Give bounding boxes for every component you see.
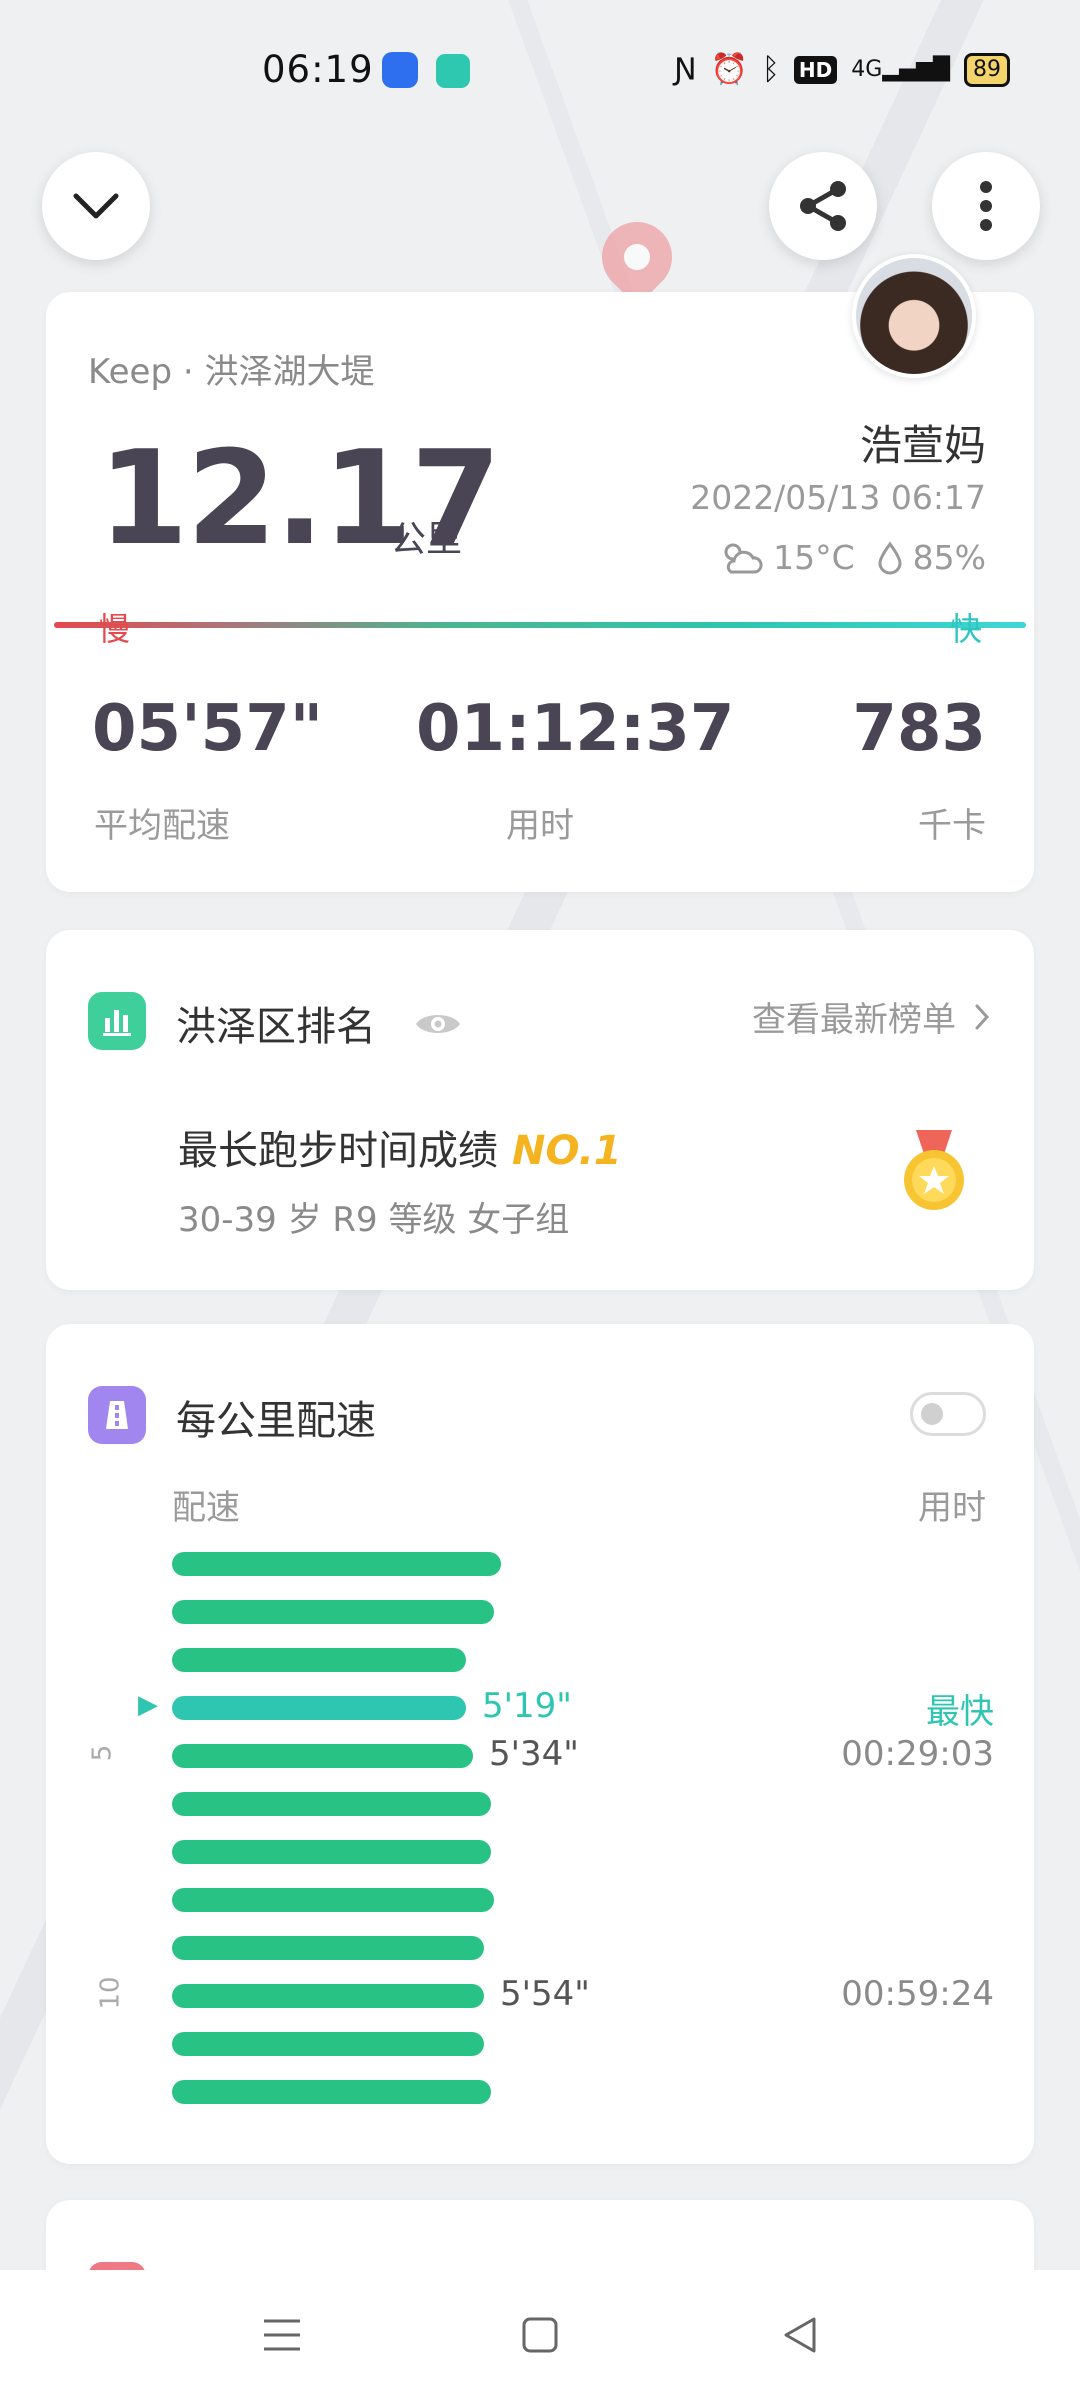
system-nav-bar: [0, 2270, 1080, 2400]
pace-value-label: 5'19": [482, 1686, 572, 1726]
humidity: 85%: [912, 538, 986, 577]
ranking-chart-icon: [88, 992, 146, 1050]
gold-medal-icon: [904, 1130, 964, 1210]
pace-value-label: 5'54": [500, 1974, 590, 2014]
fast-label: 快: [949, 610, 982, 648]
baidu-app-icon: [382, 52, 418, 88]
ranking-group: 30-39 岁 R9 等级 女子组: [178, 1200, 570, 1240]
fastest-arrow-icon: ▶: [138, 1690, 158, 1720]
km-tick-label: 5: [87, 1744, 118, 1762]
status-icons: Ɲ ⏰ ᛒ HD 4G▂▄▆█ 89: [674, 52, 1010, 87]
bluetooth-icon: ᛒ: [761, 52, 780, 87]
duration-label: 用时: [506, 806, 574, 846]
battery-icon: 89: [964, 52, 1010, 87]
username[interactable]: 浩萱妈: [860, 412, 986, 473]
pace-title: 每公里配速: [176, 1398, 376, 1444]
ranking-card[interactable]: 洪泽区排名 查看最新榜单 最长跑步时间成绩 NO.1 30-39 岁 R9 等级…: [46, 930, 1034, 1290]
back-triangle-icon: [784, 2317, 816, 2353]
home-button[interactable]: [510, 2310, 570, 2360]
pace-bar[interactable]: [172, 1984, 484, 2008]
time-column-header: 用时: [918, 1488, 986, 1528]
share-icon: [800, 181, 846, 231]
nfc-icon: Ɲ: [674, 52, 697, 87]
more-options-button[interactable]: [932, 152, 1040, 260]
chevron-down-icon: [73, 193, 119, 219]
status-time: 06:19: [262, 48, 374, 91]
alarm-icon: ⏰: [710, 52, 748, 87]
pace-bar[interactable]: [172, 1792, 491, 1816]
split-time-label: 00:29:03: [841, 1734, 994, 1774]
eye-icon[interactable]: [414, 1008, 462, 1040]
workout-source: Keep · 洪泽湖大堤: [88, 352, 375, 392]
avg-pace-value: 05'57": [92, 692, 324, 766]
summary-card: Keep · 洪泽湖大堤 12.17 公里 浩萱妈 2022/05/13 06:…: [46, 292, 1034, 892]
home-square-icon: [522, 2317, 558, 2353]
duration-value: 01:12:37: [416, 692, 735, 766]
km-tick-label: 10: [95, 1976, 126, 2010]
avatar[interactable]: [852, 254, 976, 378]
distance-unit: 公里: [390, 519, 463, 560]
pace-column-header: 配速: [172, 1488, 240, 1528]
signal-icon: 4G▂▄▆█: [851, 57, 950, 82]
slow-label: 慢: [98, 610, 131, 648]
back-button[interactable]: [770, 2310, 830, 2360]
fastest-label: 最快: [926, 1692, 994, 1732]
ranking-title: 洪泽区排名: [176, 1004, 376, 1050]
pace-bar[interactable]: [172, 1840, 491, 1864]
chat-app-icon: [436, 54, 470, 88]
achievement-text: 最长跑步时间成绩: [178, 1128, 498, 1174]
pace-gradient-line: [54, 622, 1026, 628]
pace-bar[interactable]: [172, 1888, 494, 1912]
pace-bar[interactable]: [172, 1600, 494, 1624]
pace-bar[interactable]: [172, 1744, 473, 1768]
menu-button[interactable]: [252, 2310, 312, 2360]
pace-bar[interactable]: [172, 2080, 491, 2104]
status-bar: 06:19 Ɲ ⏰ ᛒ HD 4G▂▄▆█ 89: [0, 0, 1080, 140]
humidity-drop-icon: [878, 541, 902, 574]
partly-cloudy-icon: [724, 543, 763, 573]
pace-bar[interactable]: [172, 1696, 466, 1720]
pace-value-label: 5'34": [489, 1734, 579, 1774]
chevron-right-icon: [975, 1004, 990, 1029]
pace-road-icon: [88, 1386, 146, 1444]
rank-badge: NO.1: [512, 1128, 622, 1174]
split-time-label: 00:59:24: [841, 1974, 994, 2014]
pace-toggle[interactable]: [910, 1392, 986, 1436]
calories-label: 千卡: [918, 806, 986, 846]
avg-pace-label: 平均配速: [94, 806, 230, 846]
pace-bar[interactable]: [172, 1552, 501, 1576]
view-leaderboard-label: 查看最新榜单: [752, 1000, 956, 1040]
menu-icon: [264, 2319, 300, 2351]
view-leaderboard-link[interactable]: 查看最新榜单: [752, 992, 990, 1041]
hd-icon: HD: [793, 55, 838, 84]
collapse-button[interactable]: [42, 152, 150, 260]
workout-datetime: 2022/05/13 06:17: [690, 478, 986, 517]
weather-info: 15°C 85%: [719, 538, 986, 577]
pace-card: 每公里配速 配速 用时 ▶ 最快 5'19" 5'34" 00:29:03 5'54" 00…: [46, 1324, 1034, 2164]
share-button[interactable]: [769, 152, 877, 260]
calories-value: 783: [852, 692, 986, 766]
pace-bar[interactable]: [172, 1936, 484, 1960]
pace-bar[interactable]: [172, 1648, 466, 1672]
more-vertical-icon: [980, 181, 992, 231]
temperature: 15°C: [773, 538, 855, 577]
ranking-achievement: 最长跑步时间成绩 NO.1: [178, 1118, 622, 1176]
pace-bar[interactable]: [172, 2032, 484, 2056]
